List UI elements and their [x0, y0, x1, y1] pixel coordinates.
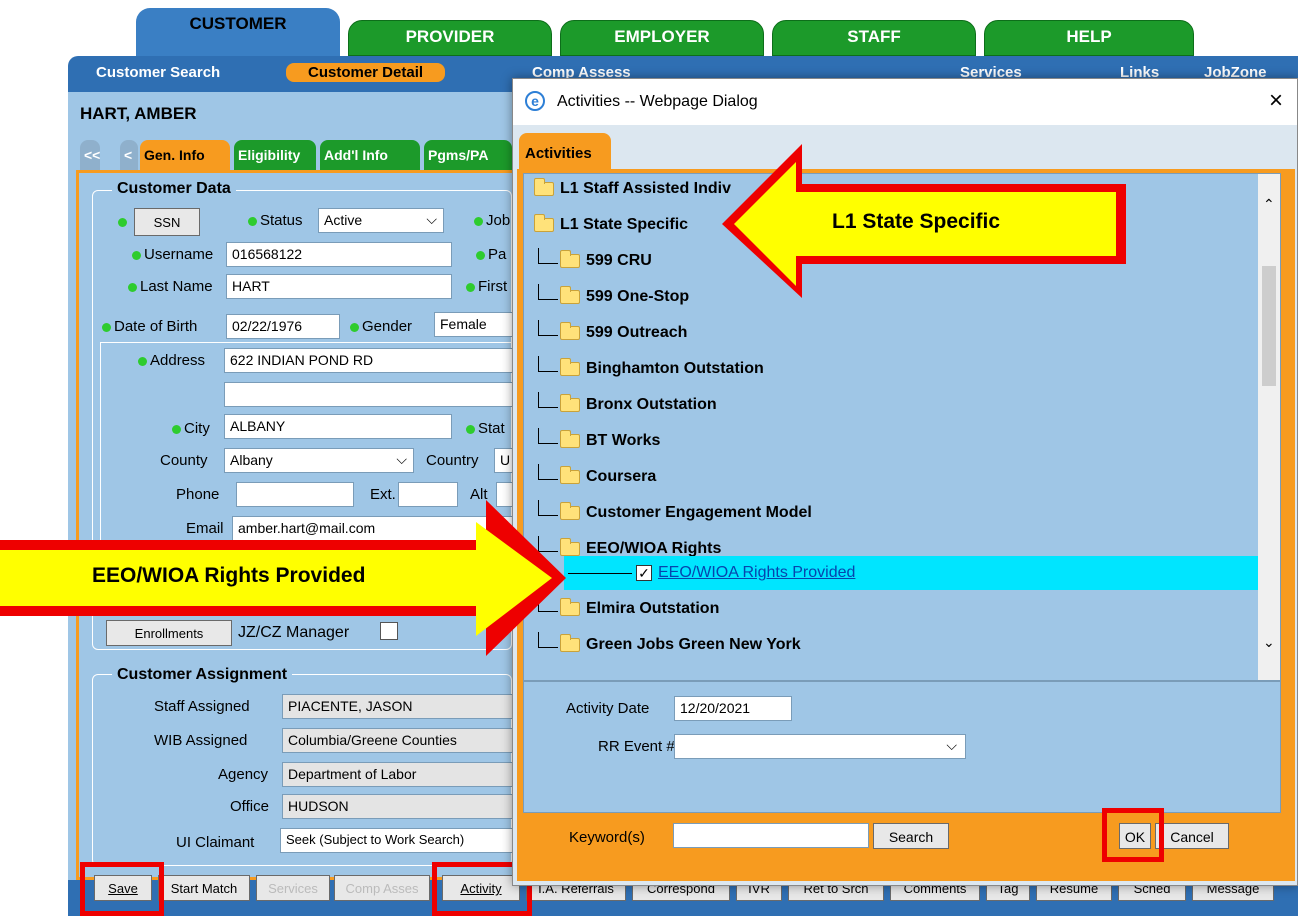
agency-field: Department of Labor [282, 762, 514, 787]
state-label: Stat [466, 420, 505, 437]
tab-staff[interactable]: STAFF [772, 20, 976, 56]
tree-item-l1-staff-assisted[interactable]: L1 Staff Assisted Indiv [534, 174, 731, 204]
staff-assigned-field: PIACENTE, JASON [282, 694, 514, 719]
tree-item-599-cru[interactable]: 599 CRU [538, 246, 652, 276]
dob-field[interactable]: 02/22/1976 [226, 314, 340, 339]
close-icon[interactable]: × [1269, 87, 1283, 115]
city-label: City [172, 420, 210, 437]
tab-help[interactable]: HELP [984, 20, 1194, 56]
country-label: Country [426, 452, 479, 469]
highlight-ok [1102, 808, 1164, 862]
tree-item-green-jobs[interactable]: Green Jobs Green New York [538, 630, 801, 660]
rr-event-label: RR Event # [598, 738, 675, 755]
cancel-button[interactable]: Cancel [1155, 823, 1229, 849]
checkbox-checked-icon[interactable]: ✓ [636, 565, 652, 581]
folder-icon [560, 466, 580, 484]
scroll-thumb[interactable] [1262, 266, 1276, 386]
activity-date-label: Activity Date [566, 700, 650, 717]
chevron-down-icon: ⌵ [426, 211, 437, 227]
customer-name: HART, AMBER [80, 104, 197, 123]
tab-pgms-pa[interactable]: Pgms/PA [424, 140, 512, 170]
city-field[interactable]: ALBANY [224, 414, 452, 439]
folder-icon [560, 358, 580, 376]
rr-event-select[interactable]: ⌵ [674, 734, 966, 759]
folder-icon [560, 286, 580, 304]
tree-item-599-one-stop[interactable]: 599 One-Stop [538, 282, 689, 312]
keyword-input[interactable] [673, 823, 869, 848]
gender-label: Gender [350, 318, 412, 335]
tree-item-binghamton[interactable]: Binghamton Outstation [538, 354, 764, 384]
folder-icon [560, 430, 580, 448]
callout-state-specific-text: L1 State Specific [832, 210, 1001, 233]
county-label: County [160, 452, 208, 469]
tree-item-599-outreach[interactable]: 599 Outreach [538, 318, 687, 348]
tab-addl-info[interactable]: Add'l Info [320, 140, 420, 170]
customer-data-legend: Customer Data [112, 180, 236, 198]
tree-item-bronx[interactable]: Bronx Outstation [538, 390, 717, 420]
comp-assess-button: Comp Asses [334, 875, 430, 901]
address-field[interactable]: 622 INDIAN POND RD [224, 348, 514, 373]
county-select[interactable]: Albany ⌵ [224, 448, 414, 473]
wib-assigned-label: WIB Assigned [154, 732, 248, 749]
tree-item-customer-engagement[interactable]: Customer Engagement Model [538, 498, 812, 528]
nav-customer-detail[interactable]: Customer Detail [286, 63, 446, 82]
gender-select[interactable]: Female [434, 312, 514, 337]
tab-eligibility[interactable]: Eligibility [234, 140, 316, 170]
folder-icon [560, 250, 580, 268]
dialog-titlebar: e Activities -- Webpage Dialog × [513, 79, 1297, 125]
wib-assigned-field: Columbia/Greene Counties [282, 728, 514, 753]
ui-claimant-select[interactable]: Seek (Subject to Work Search) [280, 828, 516, 853]
keyword-label: Keyword(s) [569, 829, 645, 846]
tab-provider[interactable]: PROVIDER [348, 20, 552, 56]
start-match-button[interactable]: Start Match [158, 875, 250, 901]
username-label: Username [132, 246, 213, 263]
chevron-down-icon: ⌵ [946, 737, 957, 753]
folder-icon [560, 394, 580, 412]
chevron-down-icon: ⌵ [396, 451, 407, 467]
username-field[interactable]: 016568122 [226, 242, 452, 267]
prev-tab-button[interactable]: < [120, 140, 138, 170]
scroll-down-icon[interactable]: ⌄ [1263, 634, 1275, 651]
ie-icon: e [525, 91, 545, 111]
dialog-title: Activities -- Webpage Dialog [557, 93, 758, 110]
tab-activities[interactable]: Activities [519, 133, 611, 169]
folder-open-icon [534, 214, 554, 232]
folder-icon [560, 322, 580, 340]
ui-claimant-label: UI Claimant [176, 834, 255, 851]
office-field: HUDSON [282, 794, 514, 819]
last-name-label: Last Name [128, 278, 213, 295]
tree-item-eeo-wioa-rights-provided[interactable]: ✓ EEO/WIOA Rights Provided [568, 558, 855, 588]
tree-scrollbar[interactable]: ⌃ ⌄ [1258, 174, 1280, 680]
tree-item-l1-state-specific[interactable]: L1 State Specific [534, 210, 688, 240]
highlight-save [80, 862, 164, 916]
ssn-button[interactable]: SSN [134, 208, 200, 236]
address-label: Address [138, 352, 205, 369]
tree-item-coursera[interactable]: Coursera [538, 462, 656, 492]
job-label: Job [474, 212, 510, 229]
required-dot [118, 218, 127, 227]
dob-label: Date of Birth [102, 318, 197, 335]
status-select[interactable]: Active ⌵ [318, 208, 444, 233]
staff-assigned-label: Staff Assigned [154, 698, 250, 715]
last-name-field[interactable]: HART [226, 274, 452, 299]
callout-rights-provided-text: EEO/WIOA Rights Provided [92, 564, 366, 587]
first-name-label: First [466, 278, 507, 295]
activity-details: Activity Date 12/20/2021 RR Event # ⌵ [523, 681, 1281, 813]
address2-field[interactable] [224, 382, 514, 407]
tree-item-bt-works[interactable]: BT Works [538, 426, 660, 456]
activity-date-field[interactable]: 12/20/2021 [674, 696, 792, 721]
tab-customer[interactable]: CUSTOMER [136, 8, 340, 58]
office-label: Office [230, 798, 269, 815]
scroll-up-icon[interactable]: ⌃ [1263, 196, 1275, 213]
nav-customer-search[interactable]: Customer Search [96, 64, 220, 81]
tab-gen-info[interactable]: Gen. Info [140, 140, 230, 170]
services-button: Services [256, 875, 330, 901]
folder-icon [534, 178, 554, 196]
first-tab-button[interactable]: << [80, 140, 100, 170]
search-button[interactable]: Search [873, 823, 949, 849]
status-label: Status [248, 212, 303, 229]
tab-employer[interactable]: EMPLOYER [560, 20, 764, 56]
agency-label: Agency [218, 766, 269, 783]
password-label: Pa [476, 246, 506, 263]
